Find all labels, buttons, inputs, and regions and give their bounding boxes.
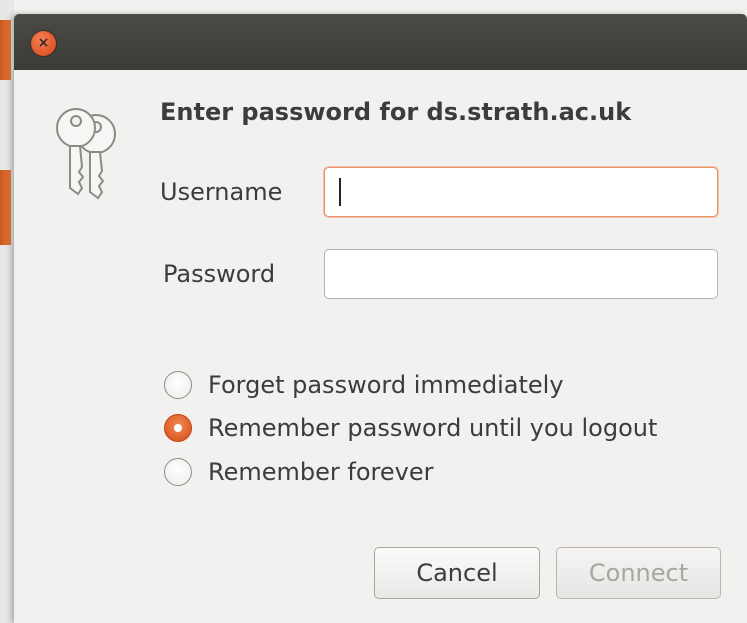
radio-remember-until-logout[interactable]: Remember password until you logout — [164, 411, 657, 445]
radio-forget-immediately[interactable]: Forget password immediately — [164, 368, 564, 402]
radio-label: Forget password immediately — [208, 371, 564, 399]
cancel-button[interactable]: Cancel — [374, 547, 540, 599]
title-bar: × — [14, 14, 747, 70]
username-label: Username — [160, 178, 283, 206]
password-dialog: × Enter password for ds.strath.ac.uk Use… — [14, 14, 747, 623]
password-field[interactable] — [324, 249, 718, 299]
background-window-edge — [0, 0, 14, 623]
radio-label: Remember forever — [208, 458, 434, 486]
password-label: Password — [163, 260, 276, 288]
username-field[interactable] — [324, 167, 718, 217]
radio-remember-forever[interactable]: Remember forever — [164, 455, 433, 489]
close-button[interactable]: × — [31, 31, 56, 56]
text-cursor — [339, 178, 341, 206]
radio-button[interactable] — [164, 458, 192, 486]
radio-label: Remember password until you logout — [208, 414, 658, 442]
radio-button-selected[interactable] — [164, 414, 192, 442]
background-orange-stripe — [0, 170, 11, 245]
background-orange-stripe — [0, 20, 11, 80]
connect-button[interactable]: Connect — [556, 547, 721, 599]
keys-icon — [56, 108, 116, 200]
radio-button[interactable] — [164, 371, 192, 399]
dialog-heading: Enter password for ds.strath.ac.uk — [160, 98, 632, 126]
